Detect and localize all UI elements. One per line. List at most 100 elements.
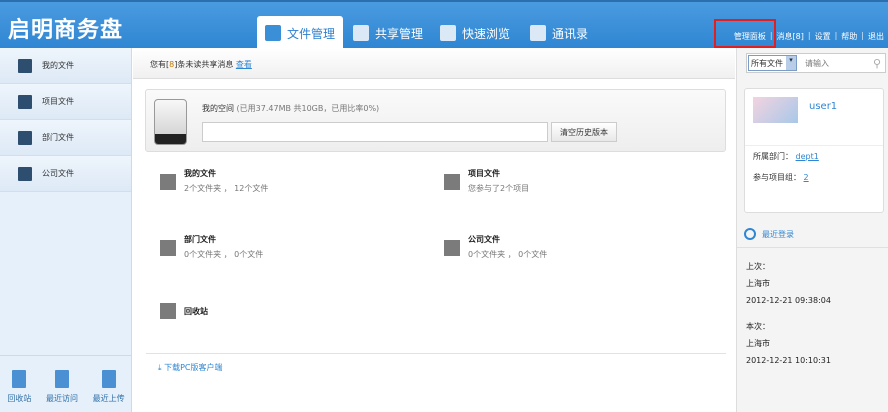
book-icon xyxy=(444,240,460,256)
sidebar-item-project-files[interactable]: 项目文件 xyxy=(0,84,131,120)
project-link[interactable]: 2 xyxy=(804,173,809,182)
clock-icon xyxy=(744,228,756,240)
book-icon xyxy=(18,166,32,181)
recent-login-header: 最近登录 xyxy=(744,228,794,240)
trash-icon xyxy=(160,303,176,319)
settings-link[interactable]: 设置 xyxy=(815,31,831,42)
chevron-down-icon: ▾ xyxy=(786,56,796,70)
hard-disk-icon xyxy=(154,99,187,145)
item-desc: 0个文件夹 ， 0个文件 xyxy=(184,250,264,259)
user-card: user1 所属部门： dept1 参与项目组： 2 xyxy=(744,88,884,213)
button-label: 回收站 xyxy=(7,394,32,403)
documents-icon xyxy=(18,130,32,145)
scope-select[interactable]: 所有文件 ▾ xyxy=(748,55,797,71)
avatar xyxy=(753,97,798,123)
logout-link[interactable]: 退出 xyxy=(868,31,884,42)
messages-link[interactable]: 消息[8] xyxy=(777,31,804,42)
highlight-box xyxy=(714,19,776,48)
sidebar-item-label: 我的文件 xyxy=(42,61,74,70)
storage-label: 我的空间 xyxy=(202,104,234,113)
button-label: 最近上传 xyxy=(92,394,125,403)
phone-book-icon xyxy=(530,25,546,41)
download-client-link[interactable]: ⤓ 下载PC版客户端 xyxy=(158,362,223,373)
last-login-label: 上次： xyxy=(746,262,770,271)
recycle-bin-item[interactable]: 回收站 xyxy=(160,301,208,319)
item-title: 项目文件 xyxy=(468,169,500,178)
storage-usage-bar xyxy=(202,122,548,142)
dept-link[interactable]: dept1 xyxy=(796,152,819,161)
my-files-item[interactable]: 我的文件 2个文件夹 ， 12个文件 xyxy=(160,168,268,194)
tab-label: 共享管理 xyxy=(375,26,424,41)
last-login-city: 上海市 xyxy=(746,279,770,288)
item-title: 部门文件 xyxy=(184,235,216,244)
help-link[interactable]: 帮助 xyxy=(841,31,857,42)
search-box: 所有文件 ▾ 请输入 ⚲ xyxy=(746,53,886,73)
briefcase-icon xyxy=(18,58,32,73)
tab-label: 通讯录 xyxy=(552,26,589,41)
users-icon xyxy=(353,25,369,41)
view-link[interactable]: 查看 xyxy=(236,60,252,69)
sidebar-item-label: 公司文件 xyxy=(42,169,74,178)
item-desc: 2个文件夹 ， 12个文件 xyxy=(184,184,269,193)
sidebar-item-my-files[interactable]: 我的文件 xyxy=(0,48,131,84)
notice-text: ]条未读共享消息 xyxy=(174,60,234,69)
button-label: 最近访问 xyxy=(45,394,78,403)
recycle-bin-button[interactable]: 回收站 xyxy=(7,370,31,412)
upload-file-icon xyxy=(101,370,116,388)
sidebar-item-label: 部门文件 xyxy=(42,133,74,142)
username[interactable]: user1 xyxy=(809,101,837,112)
item-title: 我的文件 xyxy=(184,169,216,178)
documents-icon xyxy=(160,240,176,256)
tab-contacts[interactable]: 通讯录 xyxy=(522,16,596,50)
separator: | xyxy=(861,31,864,40)
storage-detail: (已用37.47MB 共10GB，已用比率0%) xyxy=(236,104,380,113)
sidebar-item-company-files[interactable]: 公司文件 xyxy=(0,156,131,192)
briefcase-icon xyxy=(160,174,176,190)
this-login-label: 本次： xyxy=(746,322,770,331)
project-label: 参与项目组： xyxy=(753,173,801,182)
this-login-city: 上海市 xyxy=(746,339,770,348)
search-input[interactable]: 请输入 xyxy=(805,58,873,69)
tab-quick-browse[interactable]: 快速浏览 xyxy=(432,16,518,50)
item-desc: 您参与了2个项目 xyxy=(468,184,530,193)
logo: 启明商务盘 xyxy=(8,18,124,43)
dept-files-item[interactable]: 部门文件 0个文件夹 ， 0个文件 xyxy=(160,234,263,260)
project-row: 参与项目组： 2 xyxy=(753,172,809,183)
scope-value: 所有文件 xyxy=(751,58,783,68)
clear-history-button[interactable]: 清空历史版本 xyxy=(551,122,617,142)
tab-file-management[interactable]: 文件管理 xyxy=(257,16,344,50)
item-title: 公司文件 xyxy=(468,235,500,244)
separator: | xyxy=(807,31,811,40)
item-title: 回收站 xyxy=(184,307,208,316)
dept-row: 所属部门： dept1 xyxy=(753,151,819,162)
divider xyxy=(745,145,883,146)
sidebar-bottom-toolbar: 回收站 最近访问 最近上传 xyxy=(0,355,132,412)
recent-visits-button[interactable]: 最近访问 xyxy=(46,370,78,412)
tab-share-management[interactable]: 共享管理 xyxy=(345,16,431,50)
this-login-time: 2012-12-21 10:10:31 xyxy=(746,356,831,365)
sidebar-item-dept-files[interactable]: 部门文件 xyxy=(0,120,131,156)
notice-text: 您有[ xyxy=(150,60,170,69)
sidebar: 我的文件 项目文件 部门文件 公司文件 回收站 最近访问 最近上传 xyxy=(0,48,132,412)
file-icon xyxy=(265,25,281,41)
notice-bar: 您有[8]条未读共享消息 查看 xyxy=(133,48,735,79)
storage-title: 我的空间 (已用37.47MB 共10GB，已用比率0%) xyxy=(202,103,379,114)
right-panel: 所有文件 ▾ 请输入 ⚲ user1 所属部门： dept1 参与项目组： 2 最… xyxy=(736,48,888,412)
last-login-time: 2012-12-21 09:38:04 xyxy=(746,296,831,305)
dept-label: 所属部门： xyxy=(753,152,793,161)
project-files-item[interactable]: 项目文件您参与了2个项目 xyxy=(444,168,529,194)
tab-label: 快速浏览 xyxy=(462,26,511,41)
clock-file-icon xyxy=(54,370,69,388)
separator: | xyxy=(834,31,838,40)
list-icon xyxy=(18,94,32,109)
recent-uploads-button[interactable]: 最近上传 xyxy=(93,370,125,412)
search-icon[interactable]: ⚲ xyxy=(873,57,881,70)
recent-login-title: 最近登录 xyxy=(762,229,794,239)
company-files-item[interactable]: 公司文件 0个文件夹 ， 0个文件 xyxy=(444,234,547,260)
sidebar-item-label: 项目文件 xyxy=(42,97,74,106)
trash-icon xyxy=(12,370,27,388)
divider xyxy=(737,247,888,248)
storage-panel: 我的空间 (已用37.47MB 共10GB，已用比率0%) 清空历史版本 xyxy=(145,89,726,152)
download-label: 下载PC版客户端 xyxy=(164,363,223,372)
divider xyxy=(146,353,726,354)
